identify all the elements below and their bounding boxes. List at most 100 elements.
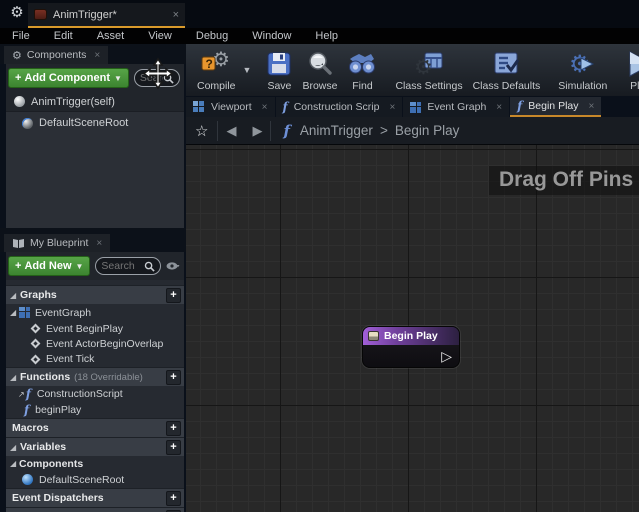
section-functions[interactable]: ◢ Functions (18 Overridable) + bbox=[6, 367, 184, 386]
tab-viewport[interactable]: Viewport × bbox=[186, 97, 275, 117]
item-label: Event Tick bbox=[46, 353, 94, 365]
event-graph-icon bbox=[19, 307, 30, 318]
close-icon[interactable]: × bbox=[496, 102, 502, 113]
add-function-button[interactable]: + bbox=[166, 370, 181, 385]
collapse-arrow-icon[interactable]: ◢ bbox=[10, 459, 19, 468]
component-row-scene-root[interactable]: DefaultSceneRoot bbox=[6, 112, 184, 134]
browse-button[interactable]: Browse bbox=[302, 49, 337, 92]
menu-window[interactable]: Window bbox=[240, 28, 303, 44]
section-graphs[interactable]: ◢ Graphs + bbox=[6, 285, 184, 304]
node-header: Begin Play bbox=[363, 327, 459, 345]
begin-play-node[interactable]: Begin Play ▷ bbox=[362, 326, 460, 368]
tab-begin-play[interactable]: f Begin Play × bbox=[510, 97, 601, 117]
blueprint-toolbar: ⚙? Compile ▼ Save Browse bbox=[186, 44, 639, 96]
left-dock: ⚙ Components × + Add Component ▼ AnimTri… bbox=[0, 44, 186, 512]
find-icon bbox=[347, 49, 377, 79]
exec-output-pin[interactable]: ▷ bbox=[441, 349, 452, 363]
graph-item-eventgraph[interactable]: ◢ EventGraph bbox=[6, 304, 184, 321]
find-label: Find bbox=[352, 80, 372, 92]
menu-edit[interactable]: Edit bbox=[42, 28, 85, 44]
collapse-arrow-icon[interactable]: ◢ bbox=[10, 291, 18, 300]
collapse-arrow-icon[interactable]: ◢ bbox=[10, 443, 18, 452]
tab-construction-script[interactable]: f Construction Scrip × bbox=[276, 97, 403, 117]
book-icon bbox=[12, 238, 25, 249]
chevron-down-icon[interactable]: ▼ bbox=[243, 65, 252, 75]
variables-category-components[interactable]: ◢ Components bbox=[6, 456, 184, 471]
breadcrumb-class[interactable]: AnimTrigger bbox=[300, 123, 373, 138]
tab-event-graph[interactable]: Event Graph × bbox=[403, 97, 509, 117]
section-variables[interactable]: ◢ Variables + bbox=[6, 437, 184, 456]
add-variable-button[interactable]: + bbox=[166, 440, 181, 455]
unreal-logo-icon: ⚙ bbox=[8, 4, 26, 22]
menu-view[interactable]: View bbox=[136, 28, 184, 44]
forward-arrow-icon[interactable]: ▶ bbox=[244, 123, 270, 139]
tab-components[interactable]: ⚙ Components × bbox=[4, 46, 108, 64]
close-icon[interactable]: × bbox=[94, 50, 100, 61]
section-event-dispatchers[interactable]: Event Dispatchers + bbox=[6, 488, 184, 507]
event-item-actorbeginoverlap[interactable]: Event ActorBeginOverlap bbox=[6, 336, 184, 351]
svg-text:?: ? bbox=[206, 57, 213, 71]
blueprint-asset-icon bbox=[34, 9, 47, 20]
graph-editor-area: ⚙? Compile ▼ Save Browse bbox=[186, 44, 639, 512]
breadcrumb-graph[interactable]: Begin Play bbox=[395, 123, 460, 138]
variable-item-defaultsceneroot[interactable]: DefaultSceneRoot bbox=[6, 471, 184, 488]
class-defaults-button[interactable]: Class Defaults bbox=[473, 49, 541, 92]
save-button[interactable]: Save bbox=[266, 49, 292, 92]
compile-label: Compile bbox=[197, 80, 236, 92]
menu-help[interactable]: Help bbox=[303, 28, 350, 44]
actor-sphere-icon bbox=[14, 96, 25, 107]
scene-component-icon bbox=[22, 118, 33, 129]
event-diamond-icon bbox=[31, 354, 41, 364]
add-macro-button[interactable]: + bbox=[166, 421, 181, 436]
play-button[interactable]: Play bbox=[625, 49, 639, 92]
menu-asset[interactable]: Asset bbox=[85, 28, 137, 44]
collapse-arrow-icon[interactable]: ◢ bbox=[10, 308, 19, 317]
add-new-button[interactable]: + Add New ▼ bbox=[8, 256, 90, 276]
collapse-arrow-icon[interactable]: ◢ bbox=[10, 373, 18, 382]
svg-text:⚙: ⚙ bbox=[414, 56, 433, 78]
class-settings-icon: ⚙ bbox=[414, 49, 444, 79]
add-new-label: Add New bbox=[24, 260, 71, 272]
play-label: Play bbox=[630, 80, 639, 92]
close-icon[interactable]: × bbox=[262, 102, 268, 113]
compile-button[interactable]: ⚙? Compile bbox=[197, 49, 236, 92]
add-graph-button[interactable]: + bbox=[166, 288, 181, 303]
add-component-button[interactable]: + Add Component ▼ bbox=[8, 68, 129, 88]
class-settings-button[interactable]: ⚙ Class Settings bbox=[395, 49, 462, 92]
find-button[interactable]: Find bbox=[347, 49, 377, 92]
my-blueprint-search[interactable] bbox=[95, 257, 161, 275]
add-dispatcher-button[interactable]: + bbox=[166, 491, 181, 506]
tab-label: Event Graph bbox=[427, 101, 486, 113]
favorite-star-icon[interactable]: ☆ bbox=[186, 122, 217, 140]
menu-file[interactable]: File bbox=[0, 28, 42, 44]
override-arrow-icon: ↗ bbox=[18, 390, 25, 399]
menu-bar: File Edit Asset View Debug Window Help bbox=[0, 28, 639, 44]
components-icon: ⚙ bbox=[12, 49, 22, 62]
move-cursor bbox=[141, 57, 175, 91]
item-label: ConstructionScript bbox=[37, 388, 123, 400]
back-arrow-icon[interactable]: ◀ bbox=[218, 123, 244, 139]
close-icon[interactable]: × bbox=[96, 238, 102, 249]
tab-my-blueprint[interactable]: My Blueprint × bbox=[4, 234, 110, 252]
event-item-beginplay[interactable]: Event BeginPlay bbox=[6, 321, 184, 336]
eye-filter-icon[interactable] bbox=[166, 261, 180, 271]
chevron-down-icon: ▼ bbox=[114, 74, 122, 83]
graph-canvas[interactable]: Drag Off Pins t Begin Play ▷ bbox=[186, 145, 639, 512]
function-item-constructionscript[interactable]: ↗ f ConstructionScript bbox=[6, 386, 184, 402]
plus-icon: + bbox=[15, 260, 21, 272]
menu-debug[interactable]: Debug bbox=[184, 28, 240, 44]
simulation-button[interactable]: ⚙ Simulation bbox=[558, 49, 607, 92]
item-label: beginPlay bbox=[35, 404, 81, 416]
asset-tab-animtrigger[interactable]: AnimTrigger* × bbox=[28, 3, 185, 28]
event-item-tick[interactable]: Event Tick bbox=[6, 351, 184, 367]
close-icon[interactable]: × bbox=[589, 101, 595, 112]
section-macros[interactable]: Macros + bbox=[6, 418, 184, 437]
breadcrumb-separator: > bbox=[380, 123, 388, 138]
my-blueprint-search-input[interactable] bbox=[101, 260, 144, 272]
item-label: Event BeginPlay bbox=[46, 323, 123, 335]
close-icon[interactable]: × bbox=[173, 9, 179, 21]
compile-icon: ⚙? bbox=[200, 49, 232, 79]
close-icon[interactable]: × bbox=[389, 102, 395, 113]
component-row-self[interactable]: AnimTrigger(self) bbox=[6, 92, 184, 112]
function-item-beginplay[interactable]: f beginPlay bbox=[6, 402, 184, 418]
